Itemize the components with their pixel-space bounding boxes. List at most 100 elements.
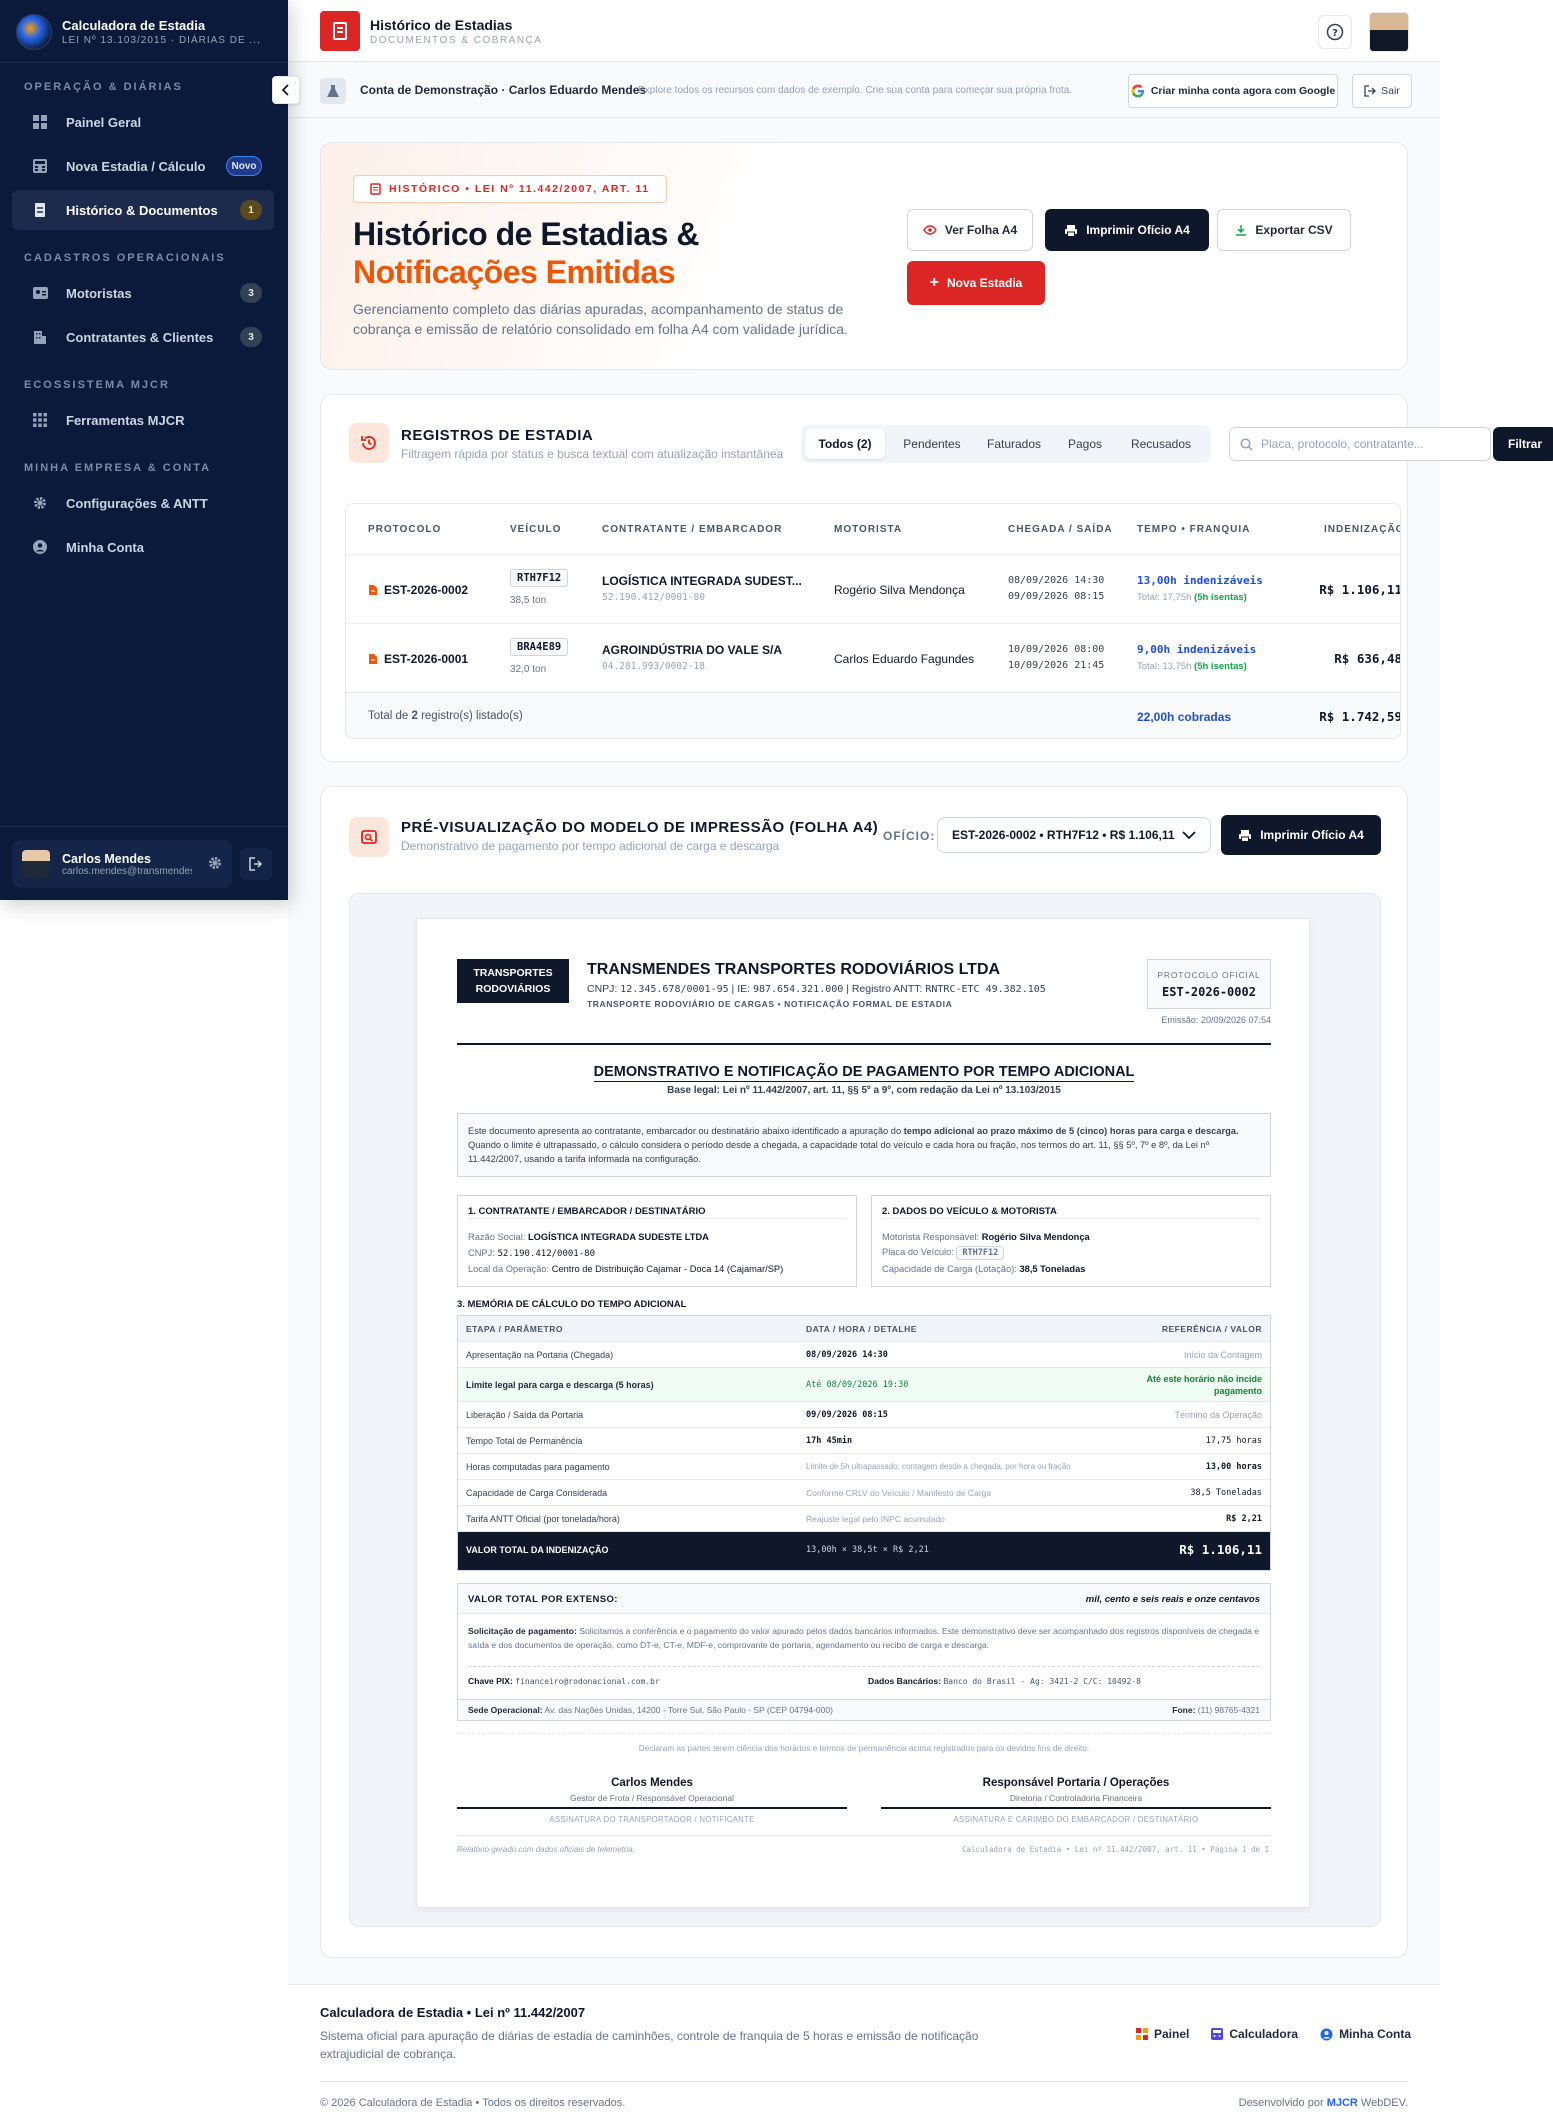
- search-document-icon: [349, 817, 389, 857]
- sidebar-collapse-button[interactable]: [272, 76, 300, 104]
- brand[interactable]: Calculadora de Estadia LEI Nº 13.103/201…: [16, 12, 276, 52]
- user-icon: [1320, 2028, 1333, 2040]
- calc-detail: Limite de 5h ultrapassado; contagem desd…: [806, 1462, 1071, 1471]
- view-a4-label: Ver Folha A4: [944, 223, 1018, 237]
- calc-detail: 17h 45min: [806, 1436, 853, 1446]
- operation-location-row: Local da Operação: Centro de Distribuiçã…: [468, 1264, 783, 1274]
- logout-button[interactable]: Sair: [1352, 74, 1412, 108]
- sidebar-item-motoristas[interactable]: Motoristas 3: [12, 273, 274, 313]
- sidebar-item-label: Painel Geral: [66, 114, 142, 130]
- sede-label: Sede Operacional:: [468, 1705, 543, 1715]
- tab-todos[interactable]: Todos (2): [805, 429, 885, 459]
- calculator-icon: [1211, 2028, 1224, 2040]
- sidebar-item-configuracoes[interactable]: Configurações & ANTT: [12, 483, 274, 523]
- sidebar-logout-button[interactable]: [240, 848, 272, 880]
- sidebar-item-ferramentas[interactable]: Ferramentas MJCR: [12, 400, 274, 440]
- new-stay-button[interactable]: + Nova Estadia: [907, 261, 1045, 305]
- protocol-cell[interactable]: EST-2026-0001: [368, 652, 468, 666]
- col-veiculo: VEÍCULO: [510, 524, 562, 535]
- building-icon: [32, 329, 48, 345]
- create-account-google-button[interactable]: Criar minha conta agora com Google: [1128, 74, 1338, 108]
- declaration: Declaram as partes terem ciência dos hor…: [638, 1743, 1090, 1753]
- total-hours: Total: 13,75h (5h isentas): [1137, 661, 1247, 672]
- footer-link-painel[interactable]: Painel: [1136, 2027, 1189, 2041]
- sidebar-item-painel-geral[interactable]: Painel Geral: [12, 102, 274, 142]
- sede-bar: Sede Operacional: Av. das Nações Unidas,…: [457, 1699, 1271, 1721]
- view-a4-button[interactable]: Ver Folha A4: [907, 209, 1033, 251]
- brand-subtitle: LEI Nº 13.103/2015 · DIÁRIAS DE ...: [62, 35, 261, 46]
- footer-description: Sistema oficial para apuração de diárias…: [320, 2029, 979, 2061]
- footer-link-minha-conta[interactable]: Minha Conta: [1320, 2027, 1411, 2041]
- count-prefix: Total de: [368, 710, 412, 722]
- company-cnpj: 04.281.993/0002-18: [602, 661, 705, 672]
- intro-text: Este documento apresenta ao contratante,…: [468, 1126, 904, 1136]
- user-email: carlos.mendes@transmendes: [62, 865, 192, 877]
- calc-total-label: VALOR TOTAL DA INDENIZAÇÃO: [466, 1545, 609, 1555]
- calc-detail: Até 08/09/2026 19:30: [806, 1380, 909, 1390]
- signature-1-name: Carlos Mendes: [611, 1777, 693, 1789]
- phone-label: Fone:: [1172, 1705, 1196, 1715]
- tab-pendentes[interactable]: Pendentes: [891, 429, 973, 459]
- print-preview-label: Imprimir Ofício A4: [1260, 828, 1364, 842]
- calc-row: Apresentação na Portaria (Chegada) 08/09…: [458, 1342, 1270, 1368]
- gear-icon[interactable]: [208, 856, 222, 875]
- label: Motorista Responsável:: [882, 1232, 982, 1242]
- user-card[interactable]: Carlos Mendes carlos.mendes@transmendes: [12, 840, 232, 888]
- protocol-cell[interactable]: EST-2026-0002: [368, 583, 468, 597]
- calc-detail: 08/09/2026 14:30: [806, 1350, 888, 1360]
- calc-row: Liberação / Saída da Portaria 09/09/2026…: [458, 1402, 1270, 1428]
- oficio-select[interactable]: EST-2026-0002 • RTH7F12 • R$ 1.106,11: [937, 817, 1211, 853]
- help-button[interactable]: ?: [1318, 15, 1352, 49]
- signature-2-name: Responsável Portaria / Operações: [982, 1777, 1170, 1789]
- extenso-value: mil, cento e seis reais e onze centavos: [1085, 1594, 1260, 1605]
- departure-time: 09/09/2026 08:15: [1008, 591, 1105, 602]
- section-operacao: OPERAÇÃO & DIÁRIAS: [24, 81, 183, 93]
- sidebar-item-nova-estadia[interactable]: Nova Estadia / Cálculo Novo: [12, 146, 274, 186]
- signature-1-role: Gestor de Frota / Responsável Operaciona…: [570, 1793, 734, 1803]
- tab-pagos[interactable]: Pagos: [1055, 429, 1115, 459]
- table-row[interactable]: EST-2026-0002 RTH7F12 38,5 ton LOGÍSTICA…: [346, 555, 1400, 623]
- total-billed-hours: 22,00h cobradas: [1137, 710, 1232, 724]
- sidebar-item-minha-conta[interactable]: Minha Conta: [12, 527, 274, 567]
- hero-badge-text: HISTÓRICO • LEI Nº 11.442/2007, ART. 11: [389, 183, 650, 195]
- tab-faturados[interactable]: Faturados: [979, 429, 1049, 459]
- contractor-name-row: Razão Social: LOGÍSTICA INTEGRADA SUDEST…: [468, 1232, 709, 1242]
- col-indenizacao: INDENIZAÇÃO: [1324, 524, 1401, 535]
- tab-recusados[interactable]: Recusados: [1119, 429, 1203, 459]
- footer-title: Calculadora de Estadia • Lei nº 11.442/2…: [320, 2005, 586, 2020]
- payment-request-label: Solicitação de pagamento:: [468, 1626, 577, 1636]
- doc-intro: Este documento apresenta ao contratante,…: [457, 1113, 1271, 1177]
- vehicle-driver-box: 2. DADOS DO VEÍCULO & MOTORISTA Motorist…: [871, 1195, 1271, 1287]
- sidebar-item-label: Configurações & ANTT: [66, 495, 208, 511]
- download-icon: [1236, 225, 1247, 236]
- label: Local da Operação:: [468, 1264, 552, 1274]
- total-hours: Total: 17,75h (5h isentas): [1137, 592, 1247, 603]
- export-csv-label: Exportar CSV: [1255, 223, 1333, 237]
- phone-number: (11) 98765-4321: [1195, 1705, 1260, 1715]
- logout-label: Sair: [1381, 85, 1400, 97]
- user-name: Carlos Mendes: [62, 851, 151, 866]
- driver-name: Rogério Silva Mendonça: [834, 583, 965, 597]
- document-icon: [32, 202, 48, 218]
- sidebar-item-historico[interactable]: Histórico & Documentos 1: [12, 190, 274, 230]
- records-table: PROTOCOLO VEÍCULO CONTRATANTE / EMBARCAD…: [345, 503, 1401, 739]
- table-row[interactable]: EST-2026-0001 BRA4E89 32,0 ton AGROINDÚS…: [346, 624, 1400, 692]
- print-oficio-preview-button[interactable]: Imprimir Ofício A4: [1221, 815, 1381, 855]
- sidebar: Calculadora de Estadia LEI Nº 13.103/201…: [0, 0, 288, 900]
- col-tempo-franquia: TEMPO • FRANQUIA: [1137, 524, 1251, 535]
- contractor-cnpj-row: CNPJ: 52.190.412/0001-80: [468, 1248, 595, 1259]
- sidebar-item-contratantes[interactable]: Contratantes & Clientes 3: [12, 317, 274, 357]
- hero-title: Histórico de Estadias &: [353, 216, 699, 252]
- plate-row: Placa do Veículo: RTH7F12: [882, 1246, 1005, 1260]
- export-csv-button[interactable]: Exportar CSV: [1217, 209, 1351, 251]
- print-oficio-button[interactable]: Imprimir Ofício A4: [1045, 209, 1209, 251]
- footer-link-calculadora[interactable]: Calculadora: [1211, 2027, 1298, 2041]
- calc-ref: 13,00 horas: [1205, 1462, 1262, 1472]
- brand-title: Calculadora de Estadia: [62, 18, 206, 33]
- payment-request-text: Solicitamos a conferência e o pagamento …: [468, 1626, 1260, 1650]
- ie-label: | IE:: [728, 983, 753, 995]
- user-avatar[interactable]: [1369, 12, 1409, 52]
- filter-button[interactable]: Filtrar: [1493, 427, 1553, 461]
- dev-brand[interactable]: MJCR: [1327, 2097, 1358, 2109]
- search-input[interactable]: Placa, protocolo, contratante...: [1229, 427, 1491, 461]
